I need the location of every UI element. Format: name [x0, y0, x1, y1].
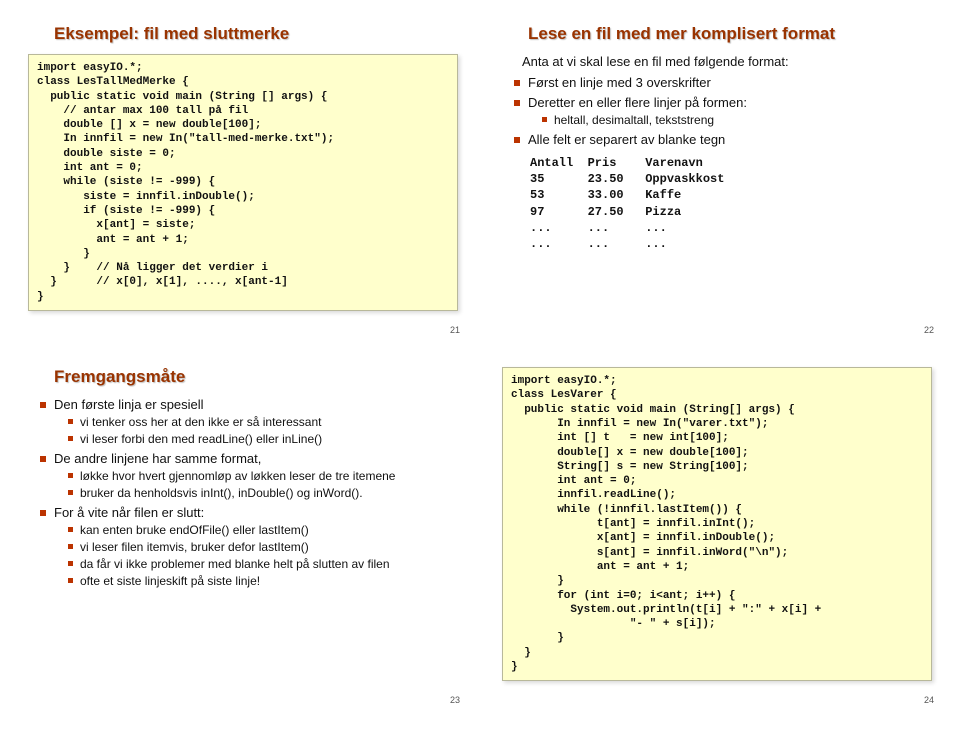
bullet-item: For å vite når filen er slutt: kan enten…	[40, 505, 454, 588]
bullet-item: Først en linje med 3 overskrifter	[514, 75, 928, 90]
bullet-item: Alle felt er separert av blanke tegn	[514, 132, 928, 147]
bullet-text: Alle felt er separert av blanke tegn	[528, 132, 725, 147]
slide-grid: Eksempel: fil med sluttmerke import easy…	[0, 0, 960, 721]
sub-bullet-list: heltall, desimaltall, tekststreng	[528, 113, 928, 127]
data-table: Antall Pris Varenavn 35 23.50 Oppvaskkos…	[530, 155, 934, 252]
sub-bullet-item: løkke hvor hvert gjennomløp av løkken le…	[68, 469, 454, 483]
slide-title: Eksempel: fil med sluttmerke	[54, 24, 460, 44]
sub-bullet-item: vi leser filen itemvis, bruker defor las…	[68, 540, 454, 554]
slide-23: Fremgangsmåte Den første linja er spesie…	[16, 357, 470, 707]
bullet-text: Den første linja er spesiell	[54, 397, 204, 412]
sub-bullet-item: vi tenker oss her at den ikke er så inte…	[68, 415, 454, 429]
sub-bullet-list: vi tenker oss her at den ikke er så inte…	[54, 415, 454, 446]
slide-21: Eksempel: fil med sluttmerke import easy…	[16, 14, 470, 337]
intro-text: Anta at vi skal lese en fil med følgende…	[522, 54, 928, 69]
page-number: 21	[450, 325, 460, 335]
sub-bullet-item: heltall, desimaltall, tekststreng	[542, 113, 928, 127]
page-number: 22	[924, 325, 934, 335]
slide-22: Lese en fil med mer komplisert format An…	[490, 14, 944, 337]
sub-bullet-item: bruker da henholdsvis inInt(), inDouble(…	[68, 486, 454, 500]
sub-bullet-list: løkke hvor hvert gjennomløp av løkken le…	[54, 469, 454, 500]
code-block: import easyIO.*; class LesVarer { public…	[502, 367, 932, 681]
bullet-item: Den første linja er spesiell vi tenker o…	[40, 397, 454, 446]
bullet-text: Først en linje med 3 overskrifter	[528, 75, 711, 90]
bullet-item: De andre linjene har samme format, løkke…	[40, 451, 454, 500]
slide-title: Lese en fil med mer komplisert format	[528, 24, 934, 44]
slide-title: Fremgangsmåte	[54, 367, 460, 387]
sub-bullet-item: kan enten bruke endOfFile() eller lastIt…	[68, 523, 454, 537]
sub-bullet-list: kan enten bruke endOfFile() eller lastIt…	[54, 523, 454, 588]
sub-bullet-item: ofte et siste linjeskift på siste linje!	[68, 574, 454, 588]
bullet-text: De andre linjene har samme format,	[54, 451, 261, 466]
bullet-item: Deretter en eller flere linjer på formen…	[514, 95, 928, 127]
sub-bullet-item: da får vi ikke problemer med blanke helt…	[68, 557, 454, 571]
page-number: 23	[450, 695, 460, 705]
bullet-text: For å vite når filen er slutt:	[54, 505, 204, 520]
slide-24: import easyIO.*; class LesVarer { public…	[490, 357, 944, 707]
code-block: import easyIO.*; class LesTallMedMerke {…	[28, 54, 458, 311]
bullet-text: Deretter en eller flere linjer på formen…	[528, 95, 747, 110]
bullet-list: Den første linja er spesiell vi tenker o…	[26, 397, 460, 588]
page-number: 24	[924, 695, 934, 705]
sub-bullet-item: vi leser forbi den med readLine() eller …	[68, 432, 454, 446]
bullet-list: Først en linje med 3 overskrifter Derett…	[500, 75, 934, 147]
